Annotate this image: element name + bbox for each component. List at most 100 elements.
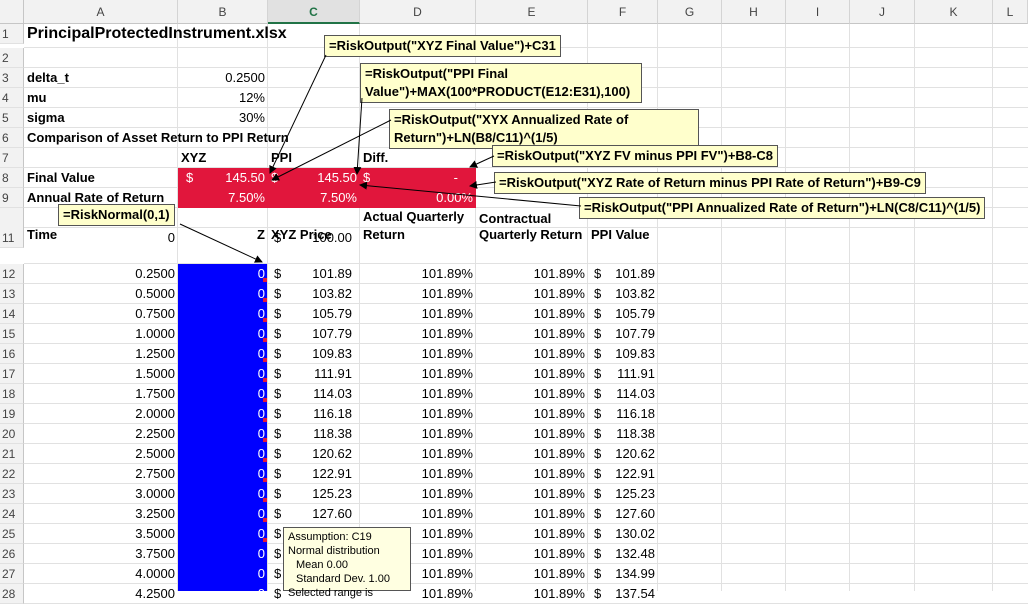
final-value-diff[interactable]: - bbox=[360, 168, 476, 188]
xyz-price-cell[interactable]: 107.79 bbox=[268, 324, 360, 344]
ppi-value-cell[interactable]: 127.60 bbox=[588, 504, 658, 524]
column-header-e[interactable]: E bbox=[476, 0, 588, 24]
time-cell[interactable]: 1.2500 bbox=[24, 344, 178, 364]
ppi-value-cell[interactable]: 101.89 bbox=[588, 264, 658, 284]
z-cell[interactable]: 0 bbox=[178, 284, 268, 304]
row-header-28[interactable]: 28 bbox=[0, 584, 24, 604]
actual-return-cell[interactable]: 101.89% bbox=[360, 364, 476, 384]
contract-return-cell[interactable]: 101.89% bbox=[476, 404, 588, 424]
actual-return-cell[interactable]: 101.89% bbox=[360, 304, 476, 324]
xyz-price-cell[interactable]: 125.23 bbox=[268, 484, 360, 504]
ppi-value-cell[interactable]: 111.91 bbox=[588, 364, 658, 384]
final-value-xyz[interactable]: 145.50 bbox=[178, 168, 268, 188]
row-header-27[interactable]: 27 bbox=[0, 564, 24, 584]
actual-return-cell[interactable]: 101.89% bbox=[360, 504, 476, 524]
actual-return-cell[interactable]: 101.89% bbox=[360, 444, 476, 464]
z-cell[interactable]: 0 bbox=[178, 364, 268, 384]
final-value-label[interactable]: Final Value bbox=[24, 168, 178, 188]
param-value[interactable]: 0.2500 bbox=[178, 68, 268, 88]
contract-return-cell[interactable]: 101.89% bbox=[476, 284, 588, 304]
z-cell[interactable]: 0 bbox=[178, 484, 268, 504]
xyz-price-cell[interactable]: 105.79 bbox=[268, 304, 360, 324]
xyz-price-cell[interactable]: 122.91 bbox=[268, 464, 360, 484]
row-header-13[interactable]: 13 bbox=[0, 284, 24, 304]
z-cell[interactable]: 0 bbox=[178, 384, 268, 404]
z-cell[interactable]: 0 bbox=[178, 524, 268, 544]
actual-return-cell[interactable]: 101.89% bbox=[360, 284, 476, 304]
column-header-j[interactable]: J bbox=[850, 0, 915, 24]
contract-return-cell[interactable]: 101.89% bbox=[476, 584, 588, 604]
actual-return-cell[interactable]: 101.89% bbox=[360, 484, 476, 504]
header-diff[interactable]: Diff. bbox=[360, 148, 476, 168]
actual-return-cell[interactable]: 101.89% bbox=[360, 404, 476, 424]
param-value[interactable]: 30% bbox=[178, 108, 268, 128]
row-header-23[interactable]: 23 bbox=[0, 484, 24, 504]
contract-return-cell[interactable]: 101.89% bbox=[476, 464, 588, 484]
ppi-value-cell[interactable]: 134.99 bbox=[588, 564, 658, 584]
row-header-20[interactable]: 20 bbox=[0, 424, 24, 444]
actual-return-cell[interactable]: 101.89% bbox=[360, 464, 476, 484]
z-cell[interactable]: 0 bbox=[178, 544, 268, 564]
xyz-price-cell[interactable]: 111.91 bbox=[268, 364, 360, 384]
row-header-4[interactable]: 4 bbox=[0, 88, 24, 108]
row-header-7[interactable]: 7 bbox=[0, 148, 24, 168]
param-value[interactable]: 12% bbox=[178, 88, 268, 108]
row-header-9[interactable]: 9 bbox=[0, 188, 24, 208]
time-cell[interactable]: 0 bbox=[24, 228, 178, 248]
row-header-21[interactable]: 21 bbox=[0, 444, 24, 464]
note-ppi-final-value[interactable]: =RiskOutput("PPI Final Value")+MAX(100*PR… bbox=[360, 63, 642, 103]
note-xyx-annualized-rate[interactable]: =RiskOutput("XYX Annualized Rate of Retur… bbox=[389, 109, 699, 149]
select-all-corner[interactable] bbox=[0, 0, 24, 24]
note-risk-normal[interactable]: =RiskNormal(0,1) bbox=[58, 204, 175, 226]
time-cell[interactable]: 2.0000 bbox=[24, 404, 178, 424]
row-header-6[interactable]: 6 bbox=[0, 128, 24, 148]
actual-return-cell[interactable]: 101.89% bbox=[360, 384, 476, 404]
param-label[interactable]: mu bbox=[24, 88, 178, 108]
row-header-19[interactable]: 19 bbox=[0, 404, 24, 424]
ppi-value-cell[interactable]: 114.03 bbox=[588, 384, 658, 404]
contract-return-cell[interactable]: 101.89% bbox=[476, 524, 588, 544]
contract-return-cell[interactable]: 101.89% bbox=[476, 444, 588, 464]
column-header-b[interactable]: B bbox=[178, 0, 268, 24]
row-header-3[interactable]: 3 bbox=[0, 68, 24, 88]
param-label[interactable]: delta_t bbox=[24, 68, 178, 88]
note-rate-minus[interactable]: =RiskOutput("XYZ Rate of Return minus PP… bbox=[494, 172, 926, 194]
row-header-5[interactable]: 5 bbox=[0, 108, 24, 128]
ppi-value-cell[interactable]: 130.02 bbox=[588, 524, 658, 544]
row-header-8[interactable]: 8 bbox=[0, 168, 24, 188]
column-header-d[interactable]: D bbox=[360, 0, 476, 24]
time-cell[interactable]: 1.0000 bbox=[24, 324, 178, 344]
row-header-26[interactable]: 26 bbox=[0, 544, 24, 564]
column-header-l[interactable]: L bbox=[993, 0, 1028, 24]
ppi-value-cell[interactable]: 105.79 bbox=[588, 304, 658, 324]
z-cell[interactable]: 0 bbox=[178, 264, 268, 284]
row-header-22[interactable]: 22 bbox=[0, 464, 24, 484]
contract-return-cell[interactable]: 101.89% bbox=[476, 344, 588, 364]
actual-return-cell[interactable]: 101.89% bbox=[360, 264, 476, 284]
time-cell[interactable]: 0.7500 bbox=[24, 304, 178, 324]
ppi-value-cell[interactable]: 116.18 bbox=[588, 404, 658, 424]
xyz-price-cell[interactable]: 103.82 bbox=[268, 284, 360, 304]
z-cell[interactable]: 0 bbox=[178, 444, 268, 464]
param-label[interactable]: sigma bbox=[24, 108, 178, 128]
contract-return-cell[interactable]: 101.89% bbox=[476, 484, 588, 504]
column-header-g[interactable]: G bbox=[658, 0, 722, 24]
annual-rate-ppi[interactable]: 7.50% bbox=[268, 188, 360, 208]
contract-return-cell[interactable]: 101.89% bbox=[476, 564, 588, 584]
final-value-ppi[interactable]: 145.50 bbox=[268, 168, 360, 188]
contract-return-cell[interactable]: 101.89% bbox=[476, 384, 588, 404]
time-cell[interactable]: 3.0000 bbox=[24, 484, 178, 504]
z-cell[interactable]: 0 bbox=[178, 404, 268, 424]
column-header-k[interactable]: K bbox=[915, 0, 993, 24]
contract-return-cell[interactable]: 101.89% bbox=[476, 324, 588, 344]
contract-return-cell[interactable]: 101.89% bbox=[476, 424, 588, 444]
xyz-price-cell[interactable]: 118.38 bbox=[268, 424, 360, 444]
column-header-c[interactable]: C bbox=[268, 0, 360, 24]
time-cell[interactable]: 2.7500 bbox=[24, 464, 178, 484]
xyz-price-cell[interactable]: 114.03 bbox=[268, 384, 360, 404]
row-header-14[interactable]: 14 bbox=[0, 304, 24, 324]
contract-return-cell[interactable]: 101.89% bbox=[476, 264, 588, 284]
row-header-11[interactable]: 11 bbox=[0, 228, 24, 248]
actual-return-cell[interactable]: 101.89% bbox=[360, 324, 476, 344]
note-fv-minus[interactable]: =RiskOutput("XYZ FV minus PPI FV")+B8-C8 bbox=[492, 145, 778, 167]
